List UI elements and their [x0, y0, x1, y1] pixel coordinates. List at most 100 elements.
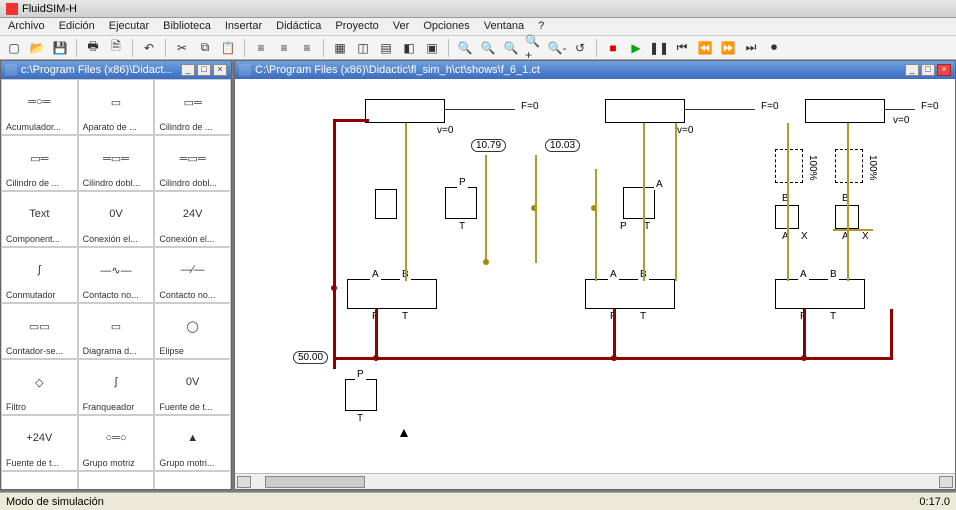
copy-icon[interactable]: ⧉	[195, 38, 215, 58]
snap-icon[interactable]: ◧	[399, 38, 419, 58]
minimize-icon[interactable]: _	[905, 64, 919, 76]
palette-cell[interactable]: ═▭═Cilindro dobl...	[78, 135, 155, 191]
zoom-in-icon[interactable]: 🔍+	[524, 38, 544, 58]
palette-cell[interactable]: ▭═Cilindro de ...	[154, 79, 231, 135]
cut-icon[interactable]: ✂	[172, 38, 192, 58]
palette-cell[interactable]: —∿—Contacto no...	[78, 247, 155, 303]
palette-cell[interactable]: ▲Grupo motri...	[154, 415, 231, 471]
scroll-thumb[interactable]	[265, 476, 365, 488]
palette-cell[interactable]: ▭═Cilindro de ...	[1, 135, 78, 191]
menu-biblioteca[interactable]: Biblioteca	[159, 19, 215, 34]
relief-valve-2[interactable]	[623, 187, 655, 219]
undo-icon[interactable]: ↶	[139, 38, 159, 58]
zoom-out-icon[interactable]: 🔍-	[547, 38, 567, 58]
sim-step-back-icon[interactable]: ⏪	[695, 38, 715, 58]
zoom-region-icon[interactable]: 🔍	[478, 38, 498, 58]
diagram-canvas[interactable]: F=0 v=0 F=0 v=0 F=0 v=0 10.79 10.03 P T …	[235, 79, 955, 473]
menu-edicion[interactable]: Edición	[55, 19, 99, 34]
menu-didactica[interactable]: Didáctica	[272, 19, 325, 34]
align-left-icon[interactable]: ≡	[251, 38, 271, 58]
directional-valve-3[interactable]	[775, 279, 865, 309]
diagram-title: C:\Program Files (x86)\Didactic\fl_sim_h…	[255, 64, 540, 76]
menu-help[interactable]: ?	[534, 19, 548, 34]
maximize-icon[interactable]: □	[921, 64, 935, 76]
save-icon[interactable]: 💾	[50, 38, 70, 58]
palette-cell[interactable]: ═○═Acumulador...	[1, 79, 78, 135]
sim-step-fwd-icon[interactable]: ⏩	[718, 38, 738, 58]
close-icon[interactable]: ×	[937, 64, 951, 76]
menu-opciones[interactable]: Opciones	[419, 19, 473, 34]
palette-cell[interactable]: ⊗Indicador lu...	[154, 471, 231, 489]
maximize-icon[interactable]: □	[197, 64, 211, 76]
palette-cell[interactable]: ▭Diagrama d...	[78, 303, 155, 359]
component-glyph-icon: ▲	[157, 418, 228, 458]
palette-cell[interactable]: TextComponent...	[1, 191, 78, 247]
sim-pause-icon[interactable]: ❚❚	[649, 38, 669, 58]
cylinder-2[interactable]	[605, 99, 685, 123]
menu-ventana[interactable]: Ventana	[480, 19, 528, 34]
directional-valve-2[interactable]	[585, 279, 675, 309]
palette-cell[interactable]: 0VFuente de t...	[154, 359, 231, 415]
align-right-icon[interactable]: ≡	[297, 38, 317, 58]
menu-proyecto[interactable]: Proyecto	[331, 19, 382, 34]
throttle-valve-1[interactable]	[375, 189, 397, 219]
palette-titlebar[interactable]: c:\Program Files (x86)\Didact... _ □ ×	[1, 61, 231, 79]
cylinder-3[interactable]	[805, 99, 885, 123]
minimize-icon[interactable]: _	[181, 64, 195, 76]
palette-cell[interactable]: 24VConexión el...	[154, 191, 231, 247]
menu-ver[interactable]: Ver	[389, 19, 414, 34]
close-icon[interactable]: ×	[213, 64, 227, 76]
zoom-fit-icon[interactable]: 🔍	[455, 38, 475, 58]
print-icon[interactable]: 🖶	[83, 38, 103, 58]
sim-rewind-icon[interactable]: ⏮	[672, 38, 692, 58]
palette-cell[interactable]: ◯Elipse	[154, 303, 231, 359]
cylinder-1[interactable]	[365, 99, 445, 123]
return-line	[595, 169, 597, 281]
paste-icon[interactable]: 📋	[218, 38, 238, 58]
menu-archivo[interactable]: Archivo	[4, 19, 49, 34]
prop-valve-1[interactable]	[775, 149, 803, 183]
palette-cell[interactable]: ▭Indicador ac...	[78, 471, 155, 489]
new-file-icon[interactable]: ▢	[4, 38, 24, 58]
palette-cell[interactable]: ∫Franqueador	[78, 359, 155, 415]
palette-cell[interactable]: +24VFuente de t...	[1, 415, 78, 471]
palette-cell[interactable]: ▭Aparato de ...	[78, 79, 155, 135]
sim-play-icon[interactable]: ▶	[626, 38, 646, 58]
sim-end-icon[interactable]: ⏭	[741, 38, 761, 58]
menu-ejecutar[interactable]: Ejecutar	[105, 19, 153, 34]
port-label-p: P	[618, 221, 629, 232]
print-preview-icon[interactable]: 🗎	[106, 38, 126, 58]
prop-valve-2[interactable]	[835, 149, 863, 183]
directional-valve-1[interactable]	[347, 279, 437, 309]
palette-cell[interactable]: —∕—Contacto no...	[154, 247, 231, 303]
ruler-icon[interactable]: ▤	[376, 38, 396, 58]
palette-cell[interactable]: ○═○Grupo motriz	[78, 415, 155, 471]
port-label-a: A	[608, 269, 619, 280]
open-file-icon[interactable]: 📂	[27, 38, 47, 58]
palette-cell[interactable]: ◯→Hidromotor	[1, 471, 78, 489]
horizontal-scrollbar[interactable]	[235, 473, 955, 489]
scroll-right-icon[interactable]	[939, 476, 953, 488]
sim-time: 0:17.0	[919, 496, 950, 508]
menu-insertar[interactable]: Insertar	[221, 19, 266, 34]
toolbar-sep	[76, 39, 77, 57]
grid-icon[interactable]: ▦	[330, 38, 350, 58]
align-center-icon[interactable]: ≡	[274, 38, 294, 58]
relief-valve-main[interactable]	[345, 379, 377, 411]
palette-cell[interactable]: ◇Filtro	[1, 359, 78, 415]
palette-cell[interactable]: ═▭═Cilindro dobl...	[154, 135, 231, 191]
layers-icon[interactable]: ◫	[353, 38, 373, 58]
sim-record-icon[interactable]: ⏺	[764, 38, 784, 58]
palette-cell[interactable]: 0VConexión el...	[78, 191, 155, 247]
palette-cell[interactable]: ∫Conmutador	[1, 247, 78, 303]
zoom-1to1-icon[interactable]: 🔍	[501, 38, 521, 58]
diagram-titlebar[interactable]: C:\Program Files (x86)\Didactic\fl_sim_h…	[235, 61, 955, 79]
sim-stop-icon[interactable]: ■	[603, 38, 623, 58]
scroll-left-icon[interactable]	[237, 476, 251, 488]
palette-scroll[interactable]: ═○═Acumulador...▭Aparato de ...▭═Cilindr…	[1, 79, 231, 489]
boundary-icon[interactable]: ▣	[422, 38, 442, 58]
palette-cell[interactable]: ▭▭Contador-se...	[1, 303, 78, 359]
zoom-prev-icon[interactable]: ↺	[570, 38, 590, 58]
relief-valve-1[interactable]	[445, 187, 477, 219]
cylinder-3-rod	[885, 109, 915, 110]
